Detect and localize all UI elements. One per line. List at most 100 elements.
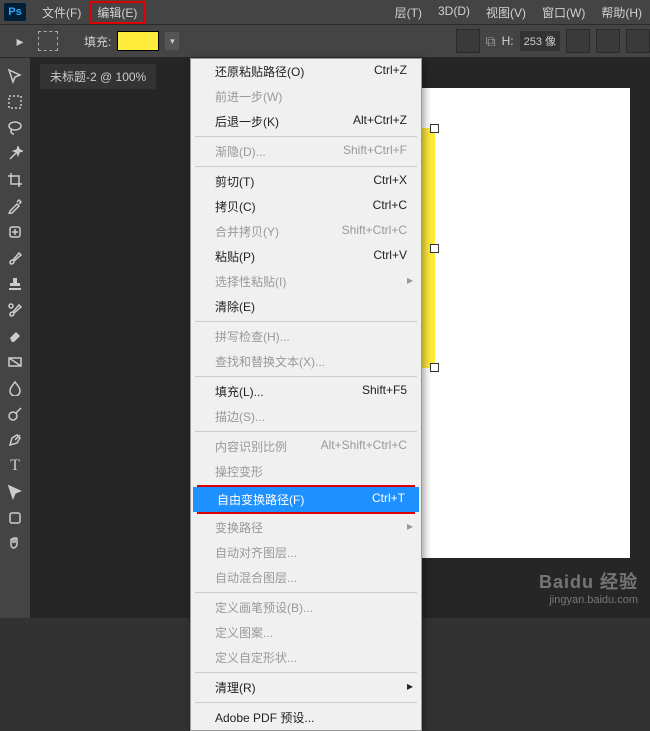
menu-item: 操控变形 [191, 459, 421, 484]
watermark-logo: Baidu 经验 [539, 568, 638, 594]
menu-item: 拼写检查(H)... [191, 324, 421, 349]
menu-5[interactable]: 窗口(W) [534, 1, 593, 24]
app-logo: Ps [4, 3, 26, 21]
menu-item-label: 还原粘贴路径(O) [215, 63, 304, 80]
menu-item-label: 描边(S)... [215, 408, 265, 425]
wand-tool[interactable] [3, 142, 27, 166]
menu-item-shortcut: Ctrl+X [373, 173, 407, 190]
shape-tool[interactable] [3, 506, 27, 530]
menu-item[interactable]: 后退一步(K)Alt+Ctrl+Z [191, 109, 421, 134]
menu-item-label: 合并拷贝(Y) [215, 223, 279, 240]
menu-item[interactable]: 自由变换路径(F)Ctrl+T [193, 487, 419, 512]
menu-item[interactable]: 剪切(T) Ctrl+X [191, 169, 421, 194]
menu-item-label: 清除(E) [215, 298, 255, 315]
stamp-tool[interactable] [3, 272, 27, 296]
opt-icon-3[interactable] [596, 29, 620, 53]
menu-6[interactable]: 帮助(H) [593, 1, 650, 24]
menu-item-label: 变换路径 [215, 519, 263, 536]
blur-tool[interactable] [3, 376, 27, 400]
type-tool[interactable]: T [3, 454, 27, 478]
menu-item: 渐隐(D)... Shift+Ctrl+F [191, 139, 421, 164]
menu-item-label: 前进一步(W) [215, 88, 282, 105]
menu-item[interactable]: 拷贝(C) Ctrl+C [191, 194, 421, 219]
menu-item-shortcut: Shift+Ctrl+F [343, 143, 407, 160]
menu-item-label: 自动混合图层... [215, 569, 297, 586]
menu-item[interactable]: 粘贴(P) Ctrl+V [191, 244, 421, 269]
path-tool[interactable] [3, 480, 27, 504]
options-bar: ▸ 填充: ▾ ⧉ H: 253 像 [0, 24, 650, 58]
menu-item-label: 内容识别比例 [215, 438, 287, 455]
pen-tool[interactable] [3, 428, 27, 452]
opt-icon-4[interactable] [626, 29, 650, 53]
menu-item: 前进一步(W) [191, 84, 421, 109]
menu-item-shortcut: Ctrl+V [373, 248, 407, 265]
menu-item-label: 拼写检查(H)... [215, 328, 290, 345]
workspace: 未标题-2 @ 100% 还原粘贴路径(O)Ctrl+Z 前进一步(W) 后退一步(… [30, 58, 650, 618]
menu-item[interactable]: 清除(E) [191, 294, 421, 319]
document-tab[interactable]: 未标题-2 @ 100% [40, 64, 156, 89]
menu-item: 选择性粘贴(I)▸ [191, 269, 421, 294]
submenu-arrow-icon: ▸ [407, 679, 413, 693]
menu-item-label: 定义图案... [215, 624, 273, 641]
menu-item: 描边(S)... [191, 404, 421, 429]
fill-label: 填充: [84, 33, 111, 50]
menu-item-label: 自动对齐图层... [215, 544, 297, 561]
handle-tr[interactable] [430, 124, 439, 133]
menu-item-label: 查找和替换文本(X)... [215, 353, 325, 370]
menu-item: 定义自定形状... [191, 645, 421, 670]
menu-item-label: 自由变换路径(F) [217, 491, 304, 508]
crop-tool[interactable] [3, 168, 27, 192]
menu-2[interactable]: 层(T) [387, 1, 430, 24]
menu-item: 查找和替换文本(X)... [191, 349, 421, 374]
fill-dropdown-arrow[interactable]: ▾ [165, 32, 179, 50]
hand-tool[interactable] [3, 532, 27, 556]
menu-item[interactable]: 还原粘贴路径(O)Ctrl+Z [191, 59, 421, 84]
eyedropper-tool[interactable] [3, 194, 27, 218]
menu-item: 自动对齐图层... [191, 540, 421, 565]
menu-item[interactable]: Adobe PDF 预设... [191, 705, 421, 730]
menu-1[interactable]: 编辑(E) [89, 1, 145, 24]
menu-item[interactable]: 填充(L)...Shift+F5 [191, 379, 421, 404]
menu-item-label: 剪切(T) [215, 173, 254, 190]
marquee-tool[interactable] [3, 90, 27, 114]
watermark: Baidu 经验 jingyan.baidu.com [539, 568, 638, 606]
opt-icon-2[interactable] [566, 29, 590, 53]
healing-tool[interactable] [3, 220, 27, 244]
menu-item: 内容识别比例 Alt+Shift+Ctrl+C [191, 434, 421, 459]
h-label: H: [502, 34, 514, 48]
eraser-tool[interactable] [3, 324, 27, 348]
menu-item-shortcut: Ctrl+C [373, 198, 407, 215]
handle-br[interactable] [430, 363, 439, 372]
selection-icon[interactable] [38, 31, 58, 51]
menu-item-shortcut: Shift+Ctrl+C [342, 223, 407, 240]
dodge-tool[interactable] [3, 402, 27, 426]
move-tool[interactable] [3, 64, 27, 88]
handle-mr[interactable] [430, 244, 439, 253]
menu-item-label: 拷贝(C) [215, 198, 256, 215]
home-icon[interactable]: ▸ [8, 29, 32, 53]
menu-item[interactable]: 清理(R)▸ [191, 675, 421, 700]
menu-item-label: 渐隐(D)... [215, 143, 266, 160]
link-icon[interactable]: ⧉ [486, 33, 496, 50]
menu-item-shortcut: Alt+Shift+Ctrl+C [321, 438, 407, 455]
menu-item: 合并拷贝(Y) Shift+Ctrl+C [191, 219, 421, 244]
menu-item: 变换路径▸ [191, 515, 421, 540]
brush-tool[interactable] [3, 246, 27, 270]
menu-item-shortcut: Alt+Ctrl+Z [353, 113, 407, 130]
gradient-tool[interactable] [3, 350, 27, 374]
menu-item: 自动混合图层... [191, 565, 421, 590]
menu-item-shortcut: Shift+F5 [362, 383, 407, 400]
menu-item-label: 定义自定形状... [215, 649, 297, 666]
opt-icon-1[interactable] [456, 29, 480, 53]
menu-item-label: 定义画笔预设(B)... [215, 599, 313, 616]
fill-swatch[interactable] [117, 31, 159, 51]
menu-0[interactable]: 文件(F) [34, 1, 89, 24]
history-tool[interactable] [3, 298, 27, 322]
submenu-arrow-icon: ▸ [407, 273, 413, 287]
h-value[interactable]: 253 像 [520, 31, 560, 51]
menu-4[interactable]: 视图(V) [478, 1, 534, 24]
lasso-tool[interactable] [3, 116, 27, 140]
menu-3[interactable]: 3D(D) [430, 1, 478, 24]
menu-item: 定义画笔预设(B)... [191, 595, 421, 620]
menu-item-label: 粘贴(P) [215, 248, 255, 265]
